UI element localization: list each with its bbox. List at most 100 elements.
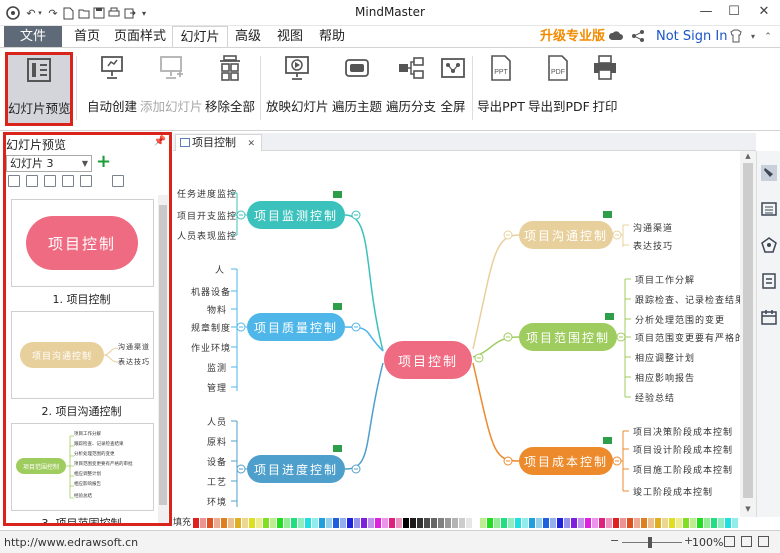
remove-all-button[interactable]: 移除全部 [204, 52, 256, 122]
color-swatch[interactable] [382, 518, 388, 528]
leaf-topic[interactable]: 规章制度 [191, 321, 231, 334]
theme-icon[interactable] [761, 237, 777, 253]
branch-quality-control[interactable]: 项目质量控制 [247, 313, 345, 341]
leaf-topic[interactable]: 工艺 [207, 475, 227, 488]
color-swatch[interactable] [557, 518, 563, 528]
color-swatch[interactable] [256, 518, 262, 528]
leaf-topic[interactable]: 人员 [207, 415, 227, 428]
leaf-topic[interactable]: 机器设备 [191, 285, 231, 298]
color-swatch[interactable] [676, 518, 682, 528]
color-swatch[interactable] [284, 518, 290, 528]
sign-in-link[interactable]: Not Sign In [656, 26, 727, 47]
color-swatch[interactable] [200, 518, 206, 528]
color-swatch[interactable] [732, 518, 738, 528]
cloud-icon[interactable] [608, 29, 624, 45]
color-swatch[interactable] [235, 518, 241, 528]
color-swatch[interactable] [403, 518, 409, 528]
color-swatch[interactable] [354, 518, 360, 528]
traverse-topic-button[interactable]: 遍历主题 [332, 52, 382, 122]
zoom-slider-handle[interactable] [648, 537, 652, 548]
color-swatch[interactable] [571, 518, 577, 528]
leaf-topic[interactable]: 人员表现监控 [177, 229, 237, 242]
color-swatch[interactable] [298, 518, 304, 528]
color-swatch[interactable] [613, 518, 619, 528]
fit-width-icon[interactable] [741, 536, 752, 547]
color-swatch[interactable] [431, 518, 437, 528]
share-icon[interactable] [630, 29, 646, 45]
color-swatch[interactable] [389, 518, 395, 528]
color-swatch[interactable] [683, 518, 689, 528]
color-swatch[interactable] [193, 518, 199, 528]
color-swatch[interactable] [270, 518, 276, 528]
central-topic[interactable]: 项目控制 [384, 341, 472, 379]
color-swatch[interactable] [445, 518, 451, 528]
maximize-icon[interactable]: ☐ [720, 2, 748, 22]
slide-tool-6-icon[interactable] [112, 175, 124, 187]
print-button[interactable]: 打印 [590, 52, 620, 122]
export-pdf-button[interactable]: PDF 导出到PDF [528, 52, 590, 122]
slide-tool-1-icon[interactable] [8, 175, 20, 187]
color-swatch[interactable] [417, 518, 423, 528]
color-swatch[interactable] [424, 518, 430, 528]
color-swatch[interactable] [585, 518, 591, 528]
color-swatch[interactable] [473, 518, 479, 528]
scroll-down-icon[interactable]: ▼ [740, 505, 756, 513]
leaf-topic[interactable]: 项目工作分解 [635, 273, 695, 286]
outline-icon[interactable] [761, 201, 777, 217]
color-swatch[interactable] [508, 518, 514, 528]
leaf-topic[interactable]: 监测 [207, 361, 227, 374]
leaf-topic[interactable]: 作业环境 [191, 341, 231, 354]
leaf-topic[interactable]: 管理 [207, 381, 227, 394]
branch-schedule-control[interactable]: 项目进度控制 [247, 455, 345, 483]
color-swatch[interactable] [263, 518, 269, 528]
tab-slides[interactable]: 幻灯片 [172, 26, 228, 47]
close-window-icon[interactable]: ✕ [750, 2, 778, 22]
color-swatch[interactable] [361, 518, 367, 528]
leaf-topic[interactable]: 项目设计阶段成本控制 [633, 443, 733, 456]
leaf-topic[interactable]: 相应影响报告 [635, 371, 695, 384]
leaf-topic[interactable]: 项目施工阶段成本控制 [633, 463, 733, 476]
slide-tool-3-icon[interactable] [44, 175, 56, 187]
color-swatch[interactable] [340, 518, 346, 528]
play-slides-button[interactable]: 放映幻灯片 [266, 52, 329, 122]
leaf-topic[interactable]: 分析处理范围的变更 [635, 313, 725, 326]
color-swatch[interactable] [466, 518, 472, 528]
color-swatch[interactable] [228, 518, 234, 528]
slide-tool-5-icon[interactable] [80, 175, 92, 187]
color-swatch[interactable] [291, 518, 297, 528]
mindmap-canvas[interactable]: 项目控制 项目监测控制 任务进度监控 项目开支监控 人员表现监控 项目质量控制 … [173, 151, 740, 517]
branch-monitor-control[interactable]: 项目监测控制 [247, 201, 345, 229]
color-swatch[interactable] [669, 518, 675, 528]
color-swatch[interactable] [725, 518, 731, 528]
zoom-out-icon[interactable]: − [610, 534, 619, 547]
color-swatch[interactable] [606, 518, 612, 528]
leaf-topic[interactable]: 任务进度监控 [177, 187, 237, 200]
color-swatch[interactable] [396, 518, 402, 528]
color-swatch[interactable] [375, 518, 381, 528]
close-tab-icon[interactable]: ✕ [248, 139, 256, 149]
leaf-topic[interactable]: 经验总结 [635, 391, 675, 404]
collapse-ribbon-icon[interactable]: ⌃ [760, 29, 776, 45]
website-link[interactable]: http://www.edrawsoft.cn [4, 536, 138, 549]
fullscreen-button[interactable]: 全屏 [438, 52, 468, 122]
leaf-topic[interactable]: 设备 [207, 455, 227, 468]
upgrade-link[interactable]: 升级专业版 [540, 26, 605, 47]
zoom-slider[interactable] [622, 542, 682, 543]
color-swatch[interactable] [368, 518, 374, 528]
leaf-topic[interactable]: 环境 [207, 495, 227, 508]
panel-scrollbar[interactable] [158, 195, 168, 523]
color-swatch[interactable] [536, 518, 542, 528]
fullscreen-view-icon[interactable] [758, 536, 769, 547]
color-swatch[interactable] [347, 518, 353, 528]
color-swatch[interactable] [249, 518, 255, 528]
calendar-icon[interactable] [761, 309, 777, 325]
color-swatch[interactable] [319, 518, 325, 528]
leaf-topic[interactable]: 相应调整计划 [635, 351, 695, 364]
tab-home[interactable]: 首页 [68, 26, 106, 47]
branch-scope-control[interactable]: 项目范围控制 [519, 323, 617, 351]
leaf-topic[interactable]: 项目决策阶段成本控制 [633, 425, 733, 438]
color-swatch[interactable] [305, 518, 311, 528]
color-swatch[interactable] [550, 518, 556, 528]
file-menu-tab[interactable]: 文件 [4, 26, 62, 47]
color-swatch[interactable] [655, 518, 661, 528]
